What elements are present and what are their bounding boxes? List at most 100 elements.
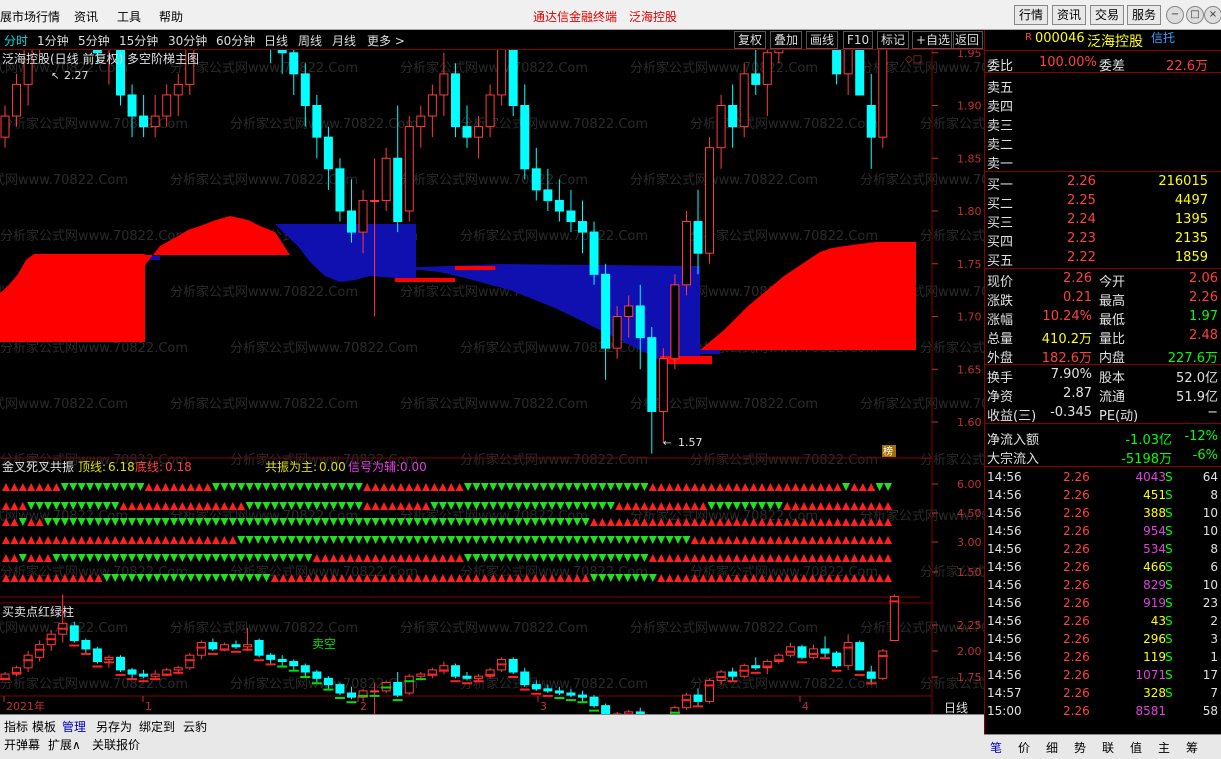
tab-bind-to[interactable]: 绑定到 [139,718,175,735]
tab-save-as[interactable]: 另存为 [96,718,132,735]
signal-bar [323,688,334,691]
period-tab-60min[interactable]: 60分钟 [216,32,255,49]
period-tab-weekly[interactable]: 周线 [298,32,322,49]
period-tab-5min[interactable]: 5分钟 [78,32,110,49]
period-tab-timeshare[interactable]: 分时 [4,32,28,49]
watermark-text: 分析家公式网www.70822.Com [920,452,984,468]
period-tab-15min[interactable]: 15分钟 [119,32,158,49]
quote-tab[interactable]: 筹 [1186,739,1198,756]
signal-bar [519,688,530,691]
tick-row: 14:56 2.26 954 S 10 [985,523,1221,542]
f10-button[interactable]: F10 [843,31,874,49]
stat-value-2: 1.97 [1189,309,1218,324]
bid-row: 买二 2.25 4497 [985,192,1221,212]
menu-news[interactable]: 资讯 [74,8,98,25]
add-watchlist-button[interactable]: +自选 [912,31,955,49]
tick-side: S [1165,578,1173,592]
mini-candle-body [855,642,865,671]
period-tab-daily[interactable]: 日线 [264,32,288,49]
danmaku-toggle[interactable]: 开弹幕 [4,736,40,753]
quote-tab[interactable]: 值 [1130,739,1142,756]
candle-body [739,73,749,128]
tick-time: 14:56 [987,470,1022,484]
quote-button[interactable]: 行情 [1014,5,1049,25]
tick-count: 8 [1210,542,1218,556]
tick-time: 14:56 [987,578,1022,592]
maximize-icon[interactable]: □ [1186,6,1204,24]
expand-toggle[interactable]: 扩展∧ [48,736,81,753]
period-tab-more[interactable]: 更多 > [367,32,405,49]
period-tab-monthly[interactable]: 月线 [332,32,356,49]
watermark-text: 分析家公式网www.70822.Com [170,620,358,636]
stock-code: 000046 [1035,31,1085,46]
candle-body [12,83,22,117]
candle-body [878,50,888,138]
trade-button[interactable]: 交易 [1090,5,1125,25]
mini-candle-body [450,665,460,677]
quote-tab[interactable]: 价 [1018,739,1030,756]
tick-row: 14:56 2.26 388 S 10 [985,505,1221,524]
watermark-text: 分析家公式网www.70822.Com [860,396,984,412]
indicator1-value3: 0.00 [319,460,346,474]
sector-tag[interactable]: 信托 [1151,29,1175,46]
signal-bar [438,669,449,672]
minimize-icon[interactable]: − [1166,6,1184,24]
stat-label-2: 最高 [1099,294,1126,309]
tab-cloud[interactable]: 云豹 [183,718,207,735]
tab-indicator[interactable]: 指标 [4,718,28,735]
mini-candle-body [231,644,241,648]
indicator1-value2: 0.18 [165,460,192,474]
signal-bar [681,699,692,702]
ask-label: 卖一 [987,157,1014,172]
mini-candle-body [427,669,437,675]
mini-candle-body [554,690,564,694]
linked-quote-toggle[interactable]: 关联报价 [92,736,140,753]
candle-body [312,105,322,138]
adjust-button[interactable]: 复权 [734,31,767,49]
close-icon[interactable]: × [1204,6,1221,24]
quote-tab[interactable]: 势 [1074,739,1086,756]
draw-line-button[interactable]: 画线 [806,31,839,49]
watermark-text: 分析家公式网www.70822.Com [690,452,878,468]
quote-tab[interactable]: 细 [1046,739,1058,756]
quote-tab[interactable]: 主 [1158,739,1170,756]
mini-candle-body [843,642,853,667]
expand-icon[interactable]: ◇□ [905,54,922,65]
candle-body [670,284,680,360]
stat-value: 2.26 [1063,271,1092,286]
mini-candle-body [312,671,322,679]
bid-label: 买一 [987,178,1014,193]
mini-candle-body [35,644,45,658]
candle-body [0,115,10,138]
candle-body [335,168,345,212]
mini-candle-body [0,673,10,679]
stat-row: 总量 410.2万 量比 2.48 [985,327,1221,347]
service-button[interactable]: 服务 [1127,5,1162,25]
tick-side: S [1165,668,1173,682]
quote-tab[interactable]: 联 [1102,739,1114,756]
chart-area[interactable]: 分析家公式网www.70822.Com 分析家公式网www.70822.Com 分析… [0,50,984,734]
watermark-text: 分析家公式网www.70822.Com [0,172,128,188]
news-button[interactable]: 资讯 [1052,5,1087,25]
period-toolbar: 分时 1分钟 5分钟 15分钟 30分钟 60分钟 日线 周线 月线 更多 > … [0,30,984,50]
watermark-text: 分析家公式网www.70822.Com [630,508,818,524]
tab-manage[interactable]: 管理 [62,718,86,735]
menu-tools[interactable]: 工具 [117,8,141,25]
period-tab-30min[interactable]: 30分钟 [168,32,207,49]
period-tab-1min[interactable]: 1分钟 [37,32,69,49]
mark-button[interactable]: 标记 [877,31,910,49]
signal-bar [762,665,773,668]
overlay-button[interactable]: 叠加 [770,31,803,49]
menu-market[interactable]: 展市场行情 [0,8,60,25]
candle-body [843,50,853,75]
candle-body [705,147,715,254]
menu-help[interactable]: 帮助 [159,8,183,25]
signal-bar [173,671,184,674]
back-button[interactable]: 返回 [951,31,984,49]
bid-volume: 216015 [1158,174,1208,189]
quote-tab[interactable]: 笔 [990,739,1002,756]
candle-body [404,126,414,212]
tab-template[interactable]: 模板 [32,718,56,735]
ind2-tick-label: 1.75 [957,671,982,684]
ask-row: 卖一 [985,152,1221,172]
